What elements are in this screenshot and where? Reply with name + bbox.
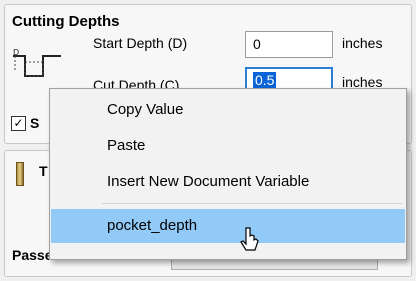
- start-depth-units: inches: [342, 35, 383, 51]
- svg-text:D: D: [13, 48, 19, 57]
- cut-depth-selected-text: 0.5: [253, 72, 277, 88]
- depth-option-label: S: [30, 115, 40, 131]
- menu-item-paste[interactable]: Paste: [51, 129, 405, 163]
- depth-option-checkbox[interactable]: ✓: [11, 116, 26, 131]
- menu-separator: [102, 203, 402, 204]
- tool-label: T: [39, 163, 48, 179]
- cutting-depths-title: Cutting Depths: [12, 13, 120, 30]
- tool-bit-icon: [16, 162, 24, 186]
- mouse-pointer-icon: [240, 227, 259, 251]
- context-menu: Copy Value Paste Insert New Document Var…: [49, 88, 407, 260]
- menu-item-variable-pocket-depth[interactable]: pocket_depth: [51, 209, 405, 243]
- start-depth-label: Start Depth (D): [93, 35, 188, 51]
- menu-item-insert-variable[interactable]: Insert New Document Variable: [51, 165, 405, 199]
- depth-diagram-icon: D: [13, 48, 61, 77]
- menu-item-copy-value[interactable]: Copy Value: [51, 93, 405, 127]
- start-depth-input[interactable]: 0: [245, 31, 333, 58]
